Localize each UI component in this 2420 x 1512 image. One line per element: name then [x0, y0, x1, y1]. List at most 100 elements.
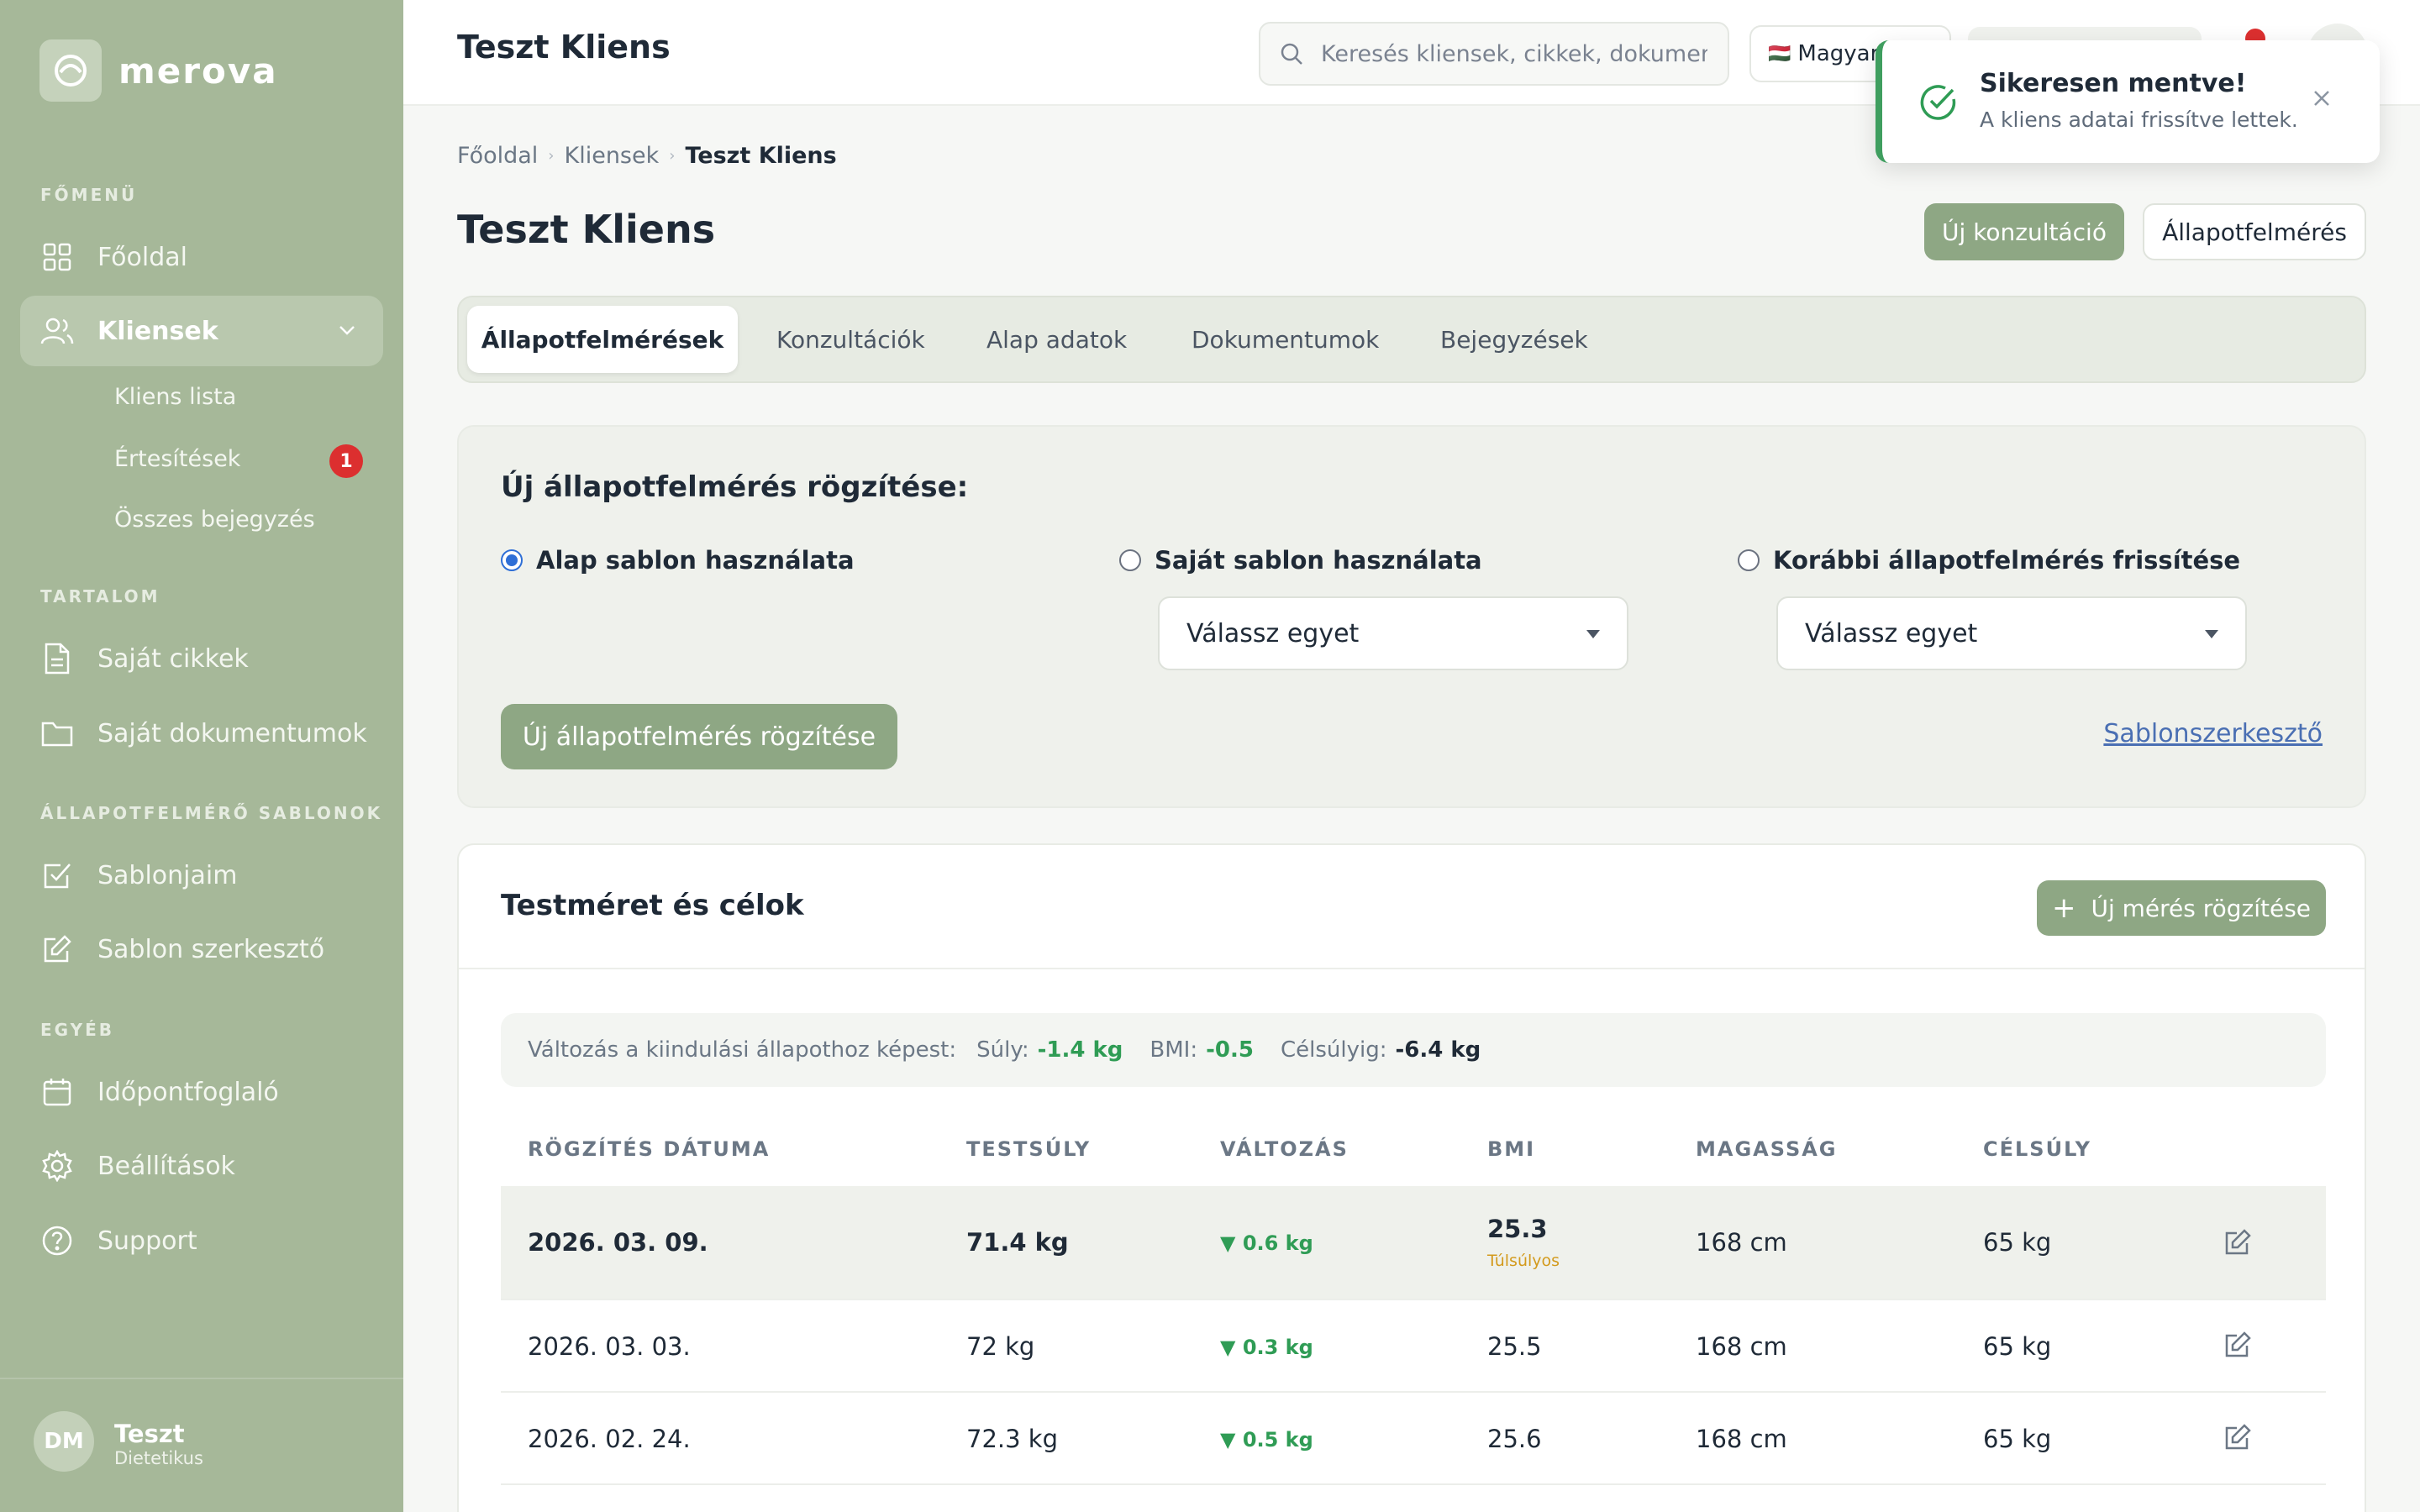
edit-icon[interactable] [2223, 1228, 2252, 1257]
column-header-change: VÁLTOZÁS [1220, 1137, 1349, 1161]
radio-label: Saját sablon használata [1155, 546, 1482, 575]
sidebar-subitem-client-list[interactable]: Kliens lista [114, 384, 236, 410]
edit-icon[interactable] [2223, 1423, 2252, 1452]
toast-title: Sikeresen mentve! [1980, 69, 2247, 98]
column-header-date: RÖGZÍTÉS DÁTUMA [528, 1137, 771, 1161]
tab-assessments[interactable]: Állapotfelmérések [467, 306, 738, 373]
breadcrumb-current: Teszt Kliens [685, 143, 837, 169]
cell-bmi: 25.5 [1487, 1332, 1542, 1361]
radio-own-template[interactable]: Saját sablon használata [1119, 546, 1482, 575]
brand-name: merova [118, 50, 278, 92]
cell-change: ▼ 0.6 kg [1220, 1231, 1313, 1255]
users-icon [40, 314, 74, 348]
radio-previous-assessment[interactable]: Korábbi állapotfelmérés frissítése [1738, 546, 2240, 575]
column-header-weight: TESTSÚLY [966, 1137, 1092, 1161]
summary-bmi-label: BMI: [1150, 1037, 1198, 1063]
caret-down-icon [2205, 630, 2218, 638]
success-toast: Sikeresen mentve! A kliens adatai frissí… [1876, 40, 2380, 163]
sidebar-item-support[interactable]: Support [20, 1205, 383, 1276]
sidebar-subitem-notifications[interactable]: Értesítések [114, 446, 240, 472]
radio-label: Korábbi állapotfelmérés frissítése [1773, 546, 2241, 575]
tab-documents[interactable]: Dokumentumok [1192, 306, 1379, 373]
table-row[interactable]: 2026. 03. 03. 72 kg ▼ 0.3 kg 25.5 168 cm… [501, 1300, 2326, 1393]
summary-weight-label: Súly: [976, 1037, 1029, 1063]
sidebar-item-home[interactable]: Főoldal [20, 222, 383, 292]
table-row[interactable]: 2026. 03. 09. 71.4 kg ▼ 0.6 kg 25.3 Túls… [501, 1186, 2326, 1300]
template-editor-link[interactable]: Sablonszerkesztő [2103, 719, 2323, 748]
user-profile[interactable]: DM Teszt Dietetikus [0, 1378, 403, 1512]
cell-target: 65 kg [1983, 1425, 2052, 1453]
radio-default-template[interactable]: Alap sablon használata [501, 546, 855, 575]
measurements-header: Testméret és célok + Új mérés rögzítése [459, 845, 2365, 969]
sidebar-item-my-documents[interactable]: Saját dokumentumok [20, 698, 383, 769]
table-row[interactable]: 2026. 02. 24. 72.3 kg ▼ 0.5 kg 25.6 168 … [501, 1393, 2326, 1485]
help-circle-icon [40, 1224, 74, 1257]
measurements-card: Testméret és célok + Új mérés rögzítése … [457, 843, 2366, 1512]
breadcrumb-home[interactable]: Főoldal [457, 143, 538, 169]
cell-change: ▼ 0.5 kg [1220, 1428, 1313, 1452]
flag-icon: 🇭🇺 [1768, 43, 1791, 65]
gear-icon [40, 1149, 74, 1183]
summary-label: Változás a kiindulási állapothoz képest: [528, 1037, 957, 1063]
own-template-select[interactable]: Válassz egyet [1158, 596, 1628, 670]
new-consultation-button[interactable]: Új konzultáció [1924, 203, 2124, 260]
column-header-target: CÉLSÚLY [1983, 1137, 2092, 1161]
sidebar-item-my-templates[interactable]: Sablonjaim [20, 840, 383, 911]
sidebar-item-settings[interactable]: Beállítások [20, 1131, 383, 1201]
sidebar-item-label: Beállítások [97, 1151, 235, 1181]
calendar-icon [40, 1075, 74, 1109]
add-measurement-label: Új mérés rögzítése [2091, 894, 2312, 922]
create-assessment-button[interactable]: Új állapotfelmérés rögzítése [501, 704, 897, 769]
tab-basic-data[interactable]: Alap adatok [986, 306, 1127, 373]
sidebar-subitem-all-entries[interactable]: Összes bejegyzés [114, 507, 315, 533]
section-other-label: EGYÉB [40, 1020, 115, 1040]
new-assessment-card: Új állapotfelmérés rögzítése: Alap sablo… [457, 425, 2366, 808]
breadcrumb-clients[interactable]: Kliensek [565, 143, 660, 169]
sidebar-item-label: Support [97, 1226, 197, 1256]
cell-bmi: 25.3 [1487, 1215, 1548, 1243]
column-header-bmi: BMI [1487, 1137, 1536, 1161]
select-value: Válassz egyet [1805, 618, 1978, 648]
cell-weight: 72.3 kg [966, 1425, 1058, 1453]
radio-dot[interactable] [1738, 549, 1760, 571]
cell-height: 168 cm [1696, 1332, 1787, 1361]
language-label: Magyar [1797, 41, 1880, 66]
chevron-down-icon [336, 319, 358, 341]
select-value: Válassz egyet [1186, 618, 1360, 648]
radio-dot[interactable] [1119, 549, 1141, 571]
cell-bmi: 25.6 [1487, 1425, 1542, 1453]
previous-assessment-select[interactable]: Válassz egyet [1776, 596, 2247, 670]
sidebar-item-label: Saját dokumentumok [97, 718, 367, 748]
edit-icon[interactable] [2223, 1331, 2252, 1359]
cell-height: 168 cm [1696, 1425, 1787, 1453]
measurements-title: Testméret és célok [501, 889, 804, 922]
add-measurement-button[interactable]: + Új mérés rögzítése [2037, 880, 2326, 936]
assessment-button[interactable]: Állapotfelmérés [2143, 203, 2366, 260]
tab-entries[interactable]: Bejegyzések [1440, 306, 1588, 373]
sidebar-item-template-editor[interactable]: Sablon szerkesztő [20, 914, 383, 984]
column-header-height: MAGASSÁG [1696, 1137, 1838, 1161]
checkbox-icon [40, 858, 74, 892]
tab-consultations[interactable]: Konzultációk [776, 306, 925, 373]
radio-dot-checked[interactable] [501, 549, 523, 571]
grid-icon [40, 240, 74, 274]
sidebar-item-clients[interactable]: Kliensek [20, 296, 383, 366]
brand[interactable]: merova [39, 39, 278, 102]
cell-change: ▼ 0.3 kg [1220, 1336, 1313, 1359]
notification-badge: 1 [329, 444, 363, 478]
change-summary: Változás a kiindulási állapothoz képest:… [501, 1013, 2326, 1087]
search-input[interactable]: Keresés kliensek, cikkek, dokumentumok..… [1259, 22, 1729, 86]
sidebar-item-label: Sablonjaim [97, 860, 238, 890]
cell-target: 65 kg [1983, 1332, 2052, 1361]
sidebar-item-booking[interactable]: Időpontfoglaló [20, 1057, 383, 1127]
user-role: Dietetikus [114, 1448, 203, 1468]
sidebar-item-label: Saját cikkek [97, 643, 249, 674]
search-placeholder: Keresés kliensek, cikkek, dokumentumok..… [1321, 40, 1707, 67]
close-icon[interactable] [2311, 87, 2333, 109]
cell-height: 168 cm [1696, 1228, 1787, 1257]
sidebar-item-my-articles[interactable]: Saját cikkek [20, 623, 383, 694]
summary-target-value: -6.4 kg [1395, 1037, 1481, 1063]
sidebar: merova FŐMENÜ Főoldal Kliensek Kliens li… [0, 0, 403, 1512]
sidebar-item-label: Főoldal [97, 242, 187, 272]
edit-icon [40, 932, 74, 966]
